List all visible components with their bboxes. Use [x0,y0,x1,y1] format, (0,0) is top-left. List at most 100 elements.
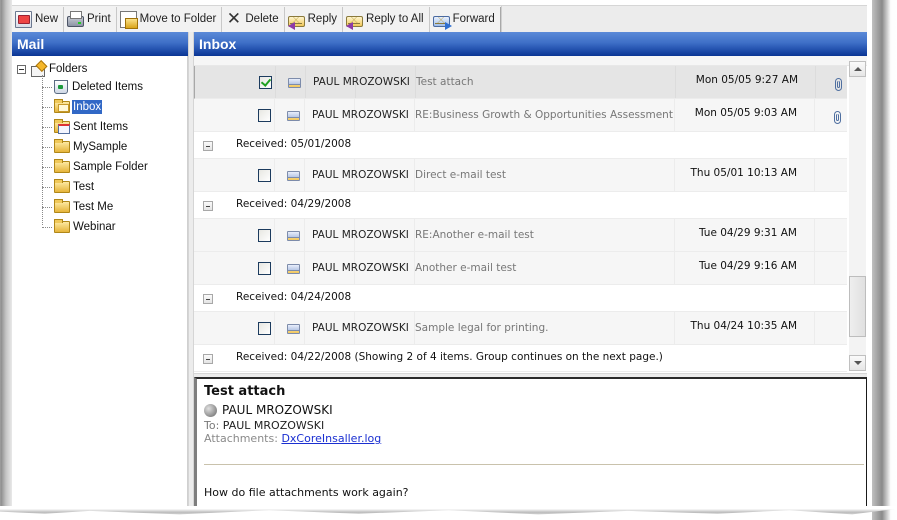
folder-item-sample-folder[interactable]: Sample Folder [42,157,149,177]
folder-label: Webinar [73,221,116,233]
paperclip-attachment-icon [835,78,842,91]
message-date: Tue 04/29 9:31 AM [698,227,797,239]
folder-item-test[interactable]: Test [42,177,149,197]
folder-icon [54,159,70,173]
message-checkbox[interactable] [258,169,271,182]
folder-item-test-me[interactable]: Test Me [42,197,149,217]
group-header-row: Received: 05/01/2008 [194,132,847,159]
folder-item-inbox[interactable]: Inbox [42,97,149,117]
move-to-folder-button[interactable]: Move to Folder [117,6,223,32]
folder-label: Test Me [73,201,114,213]
preview-to-label: To: [204,419,220,432]
preview-body: How do file attachments work again? [204,486,409,499]
message-row[interactable]: PAUL MROZOWSKI Test attach Mon 05/05 9:27 … [194,66,847,99]
preview-to-line: To: PAUL MROZOWSKI [204,419,324,432]
reply-button[interactable]: Reply [285,6,344,32]
envelope-read-icon [287,111,300,121]
message-date: Mon 05/05 9:27 AM [695,74,798,86]
message-row[interactable]: PAUL MROZOWSKI Sample legal for printing.… [194,312,847,345]
delete-x-icon: ✕ [226,8,241,29]
group-collapse-icon[interactable] [203,201,213,211]
print-button[interactable]: Print [64,6,117,32]
folder-icon [54,179,70,193]
column-divider [274,219,275,251]
column-divider [674,252,675,284]
folder-item-mysample[interactable]: MySample [42,137,149,157]
column-divider [814,312,815,344]
folder-icon [54,219,70,233]
message-subject: RE:Business Growth & Opportunities Asses… [415,109,673,121]
preview-subject: Test attach [204,384,286,399]
message-row[interactable]: PAUL MROZOWSKI RE:Another e-mail test Tue … [194,219,847,252]
inbox-pane-header: Inbox [194,32,867,56]
scroll-up-arrow-icon[interactable] [849,61,866,77]
message-row[interactable]: PAUL MROZOWSKI RE:Business Growth & Oppor… [194,99,847,132]
folder-list: Deleted Items Inbox Sent Items MySample … [42,75,149,237]
sent-items-folder-icon [54,119,70,134]
delete-button[interactable]: ✕ Delete [222,6,285,32]
message-checkbox[interactable] [258,109,271,122]
message-checkbox[interactable] [258,262,271,275]
column-divider [674,312,675,344]
folder-item-sent-items[interactable]: Sent Items [42,117,149,137]
collapse-toggle-icon[interactable] [17,64,26,74]
reply-all-button[interactable]: Reply to All [343,6,430,32]
group-collapse-icon[interactable] [203,294,213,304]
folder-item-webinar[interactable]: Webinar [42,217,149,237]
folder-label: MySample [73,141,128,153]
group-collapse-icon[interactable] [203,354,213,364]
message-subject: RE:Another e-mail test [415,229,534,241]
folder-label: Sent Items [73,121,128,133]
group-header-row: Received: 04/24/2008 [194,285,847,312]
folder-item-deleted-items[interactable]: Deleted Items [42,77,149,97]
scroll-down-arrow-icon[interactable] [849,355,866,371]
preview-to-value: PAUL MROZOWSKI [222,419,325,432]
column-divider [674,159,675,191]
message-subject: Another e-mail test [415,262,517,274]
toolbar-button-group: New Print Move to Folder ✕ Delete Reply … [12,5,502,33]
attachment-link[interactable]: DxCoreInsaller.log [281,432,381,445]
message-date: Thu 04/24 10:35 AM [690,320,798,332]
paperclip-attachment-icon [834,111,841,124]
forward-button-label: Forward [452,13,495,25]
message-row[interactable]: PAUL MROZOWSKI Direct e-mail test Thu 05/0… [194,159,847,192]
column-divider [304,159,305,191]
new-button[interactable]: New [12,6,65,32]
message-checkbox[interactable] [259,76,272,89]
message-checkbox[interactable] [258,322,271,335]
message-from: PAUL MROZOWSKI [313,76,410,88]
message-row[interactable]: PAUL MROZOWSKI Another e-mail test Tue 04/… [194,252,847,285]
column-divider [304,252,305,284]
print-button-label: Print [87,13,111,25]
folder-label: Test [73,181,95,193]
group-label: Received: 04/24/2008 [236,291,352,303]
delete-button-label: Delete [245,13,279,25]
message-list-scrollbar[interactable] [849,61,866,371]
message-rows: PAUL MROZOWSKI Test attach Mon 05/05 9:27 … [194,66,847,372]
preview-divider [204,464,864,465]
group-collapse-icon[interactable] [203,141,213,151]
toolbar: New Print Move to Folder ✕ Delete Reply … [12,5,867,33]
printer-icon [67,10,85,27]
folder-icon [54,199,70,213]
preview-from-name: PAUL MROZOWSKI [222,403,333,417]
group-label: Received: 05/01/2008 [236,138,352,150]
column-divider [814,99,815,131]
preview-sender: PAUL MROZOWSKI [204,403,333,417]
column-divider [304,312,305,344]
presence-status-icon [204,403,217,417]
message-checkbox[interactable] [258,229,271,242]
message-date: Tue 04/29 9:16 AM [698,260,797,272]
scrollbar-thumb[interactable] [849,276,866,337]
message-from: PAUL MROZOWSKI [312,229,409,241]
tree-root-folders[interactable]: Folders [17,61,149,77]
forward-button[interactable]: Forward [430,6,501,32]
column-divider [274,99,275,131]
deleted-items-icon [54,80,68,94]
column-divider [305,66,306,98]
grid-header-strip [194,56,867,66]
column-divider [674,219,675,251]
inbox-folder-icon [54,99,70,113]
move-to-folder-icon [119,10,138,29]
envelope-read-icon [288,78,301,88]
